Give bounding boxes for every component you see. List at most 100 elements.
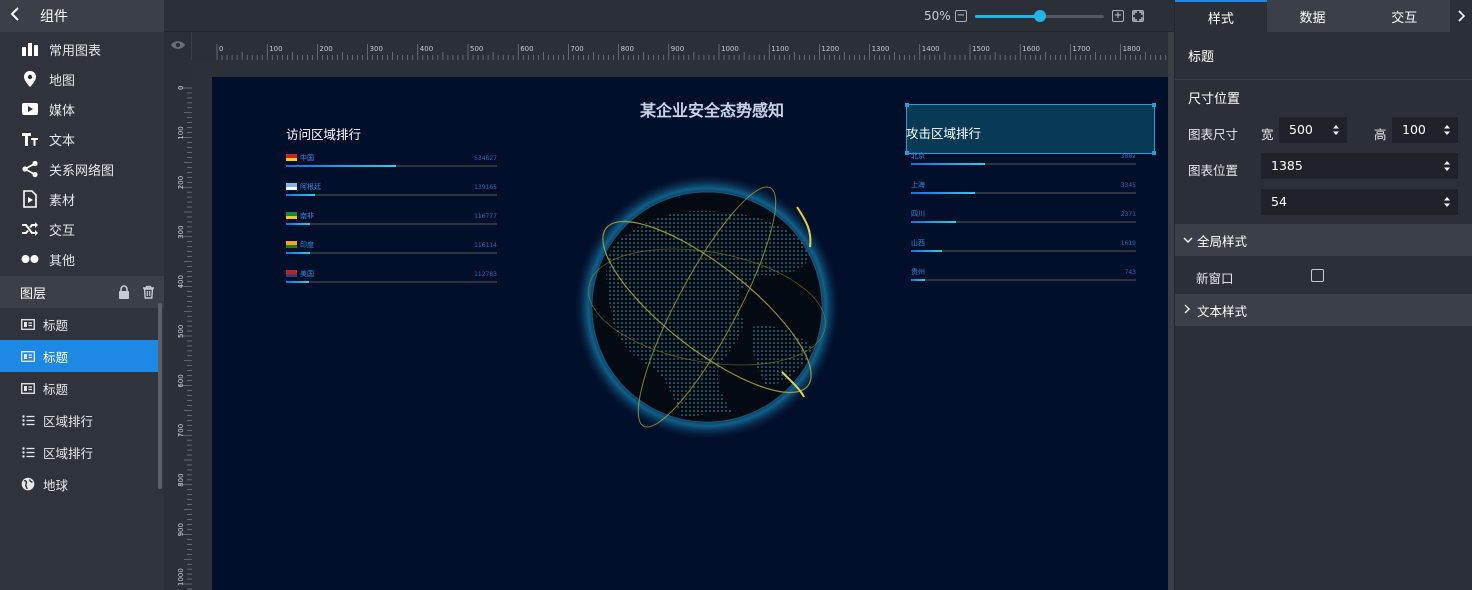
layer-item[interactable]: 区域排行 (0, 436, 158, 468)
ranking-bar-track (911, 250, 1136, 252)
layer-scrollbar[interactable] (158, 303, 162, 489)
spinner-icon[interactable] (1443, 196, 1451, 208)
ranking-value: 112783 (474, 271, 497, 278)
zoom-in-button[interactable]: + (1112, 10, 1124, 22)
ranking-row: 贵州 743 (911, 267, 1136, 296)
attack-ranking-title[interactable]: 攻击区域排行 (906, 123, 981, 142)
new-window-checkbox[interactable] (1311, 269, 1324, 282)
tab-style[interactable]: 样式 (1175, 0, 1267, 32)
ranking-bar-fill (911, 279, 926, 281)
fullscreen-icon[interactable] (1132, 10, 1144, 22)
resize-handle[interactable] (905, 151, 909, 155)
attack-ranking-list[interactable]: 北京 3882 上海 3345 四川 2371 山西 1619 贵州 743 (911, 151, 1136, 296)
trash-icon[interactable] (140, 284, 156, 300)
ruler-corner[interactable] (164, 32, 192, 60)
width-input[interactable]: 500 (1279, 117, 1347, 143)
visit-ranking-list[interactable]: 中国 534827 阿根廷 139165 南非 116777 印度 116114 美国 11278… (286, 153, 497, 298)
editor-canvas[interactable]: 某企业安全态势感知 访问区域排行 中国 534827 阿根廷 139165 南非 1167… (192, 60, 1168, 590)
ranking-bar-track (286, 194, 497, 196)
panel-title: 标题 (1175, 32, 1472, 80)
globe-chart[interactable] (572, 157, 842, 447)
spinner-icon[interactable] (1443, 160, 1451, 172)
ruler-tick-label: 1200 (821, 45, 839, 53)
ranking-bar-fill (911, 163, 986, 165)
position-x-input[interactable]: 1385 (1261, 153, 1458, 179)
lock-icon[interactable] (116, 284, 132, 300)
share-icon (20, 159, 40, 179)
ranking-bar-fill (286, 194, 315, 196)
ranking-bar-fill (911, 192, 975, 194)
layer-item-label: 地球 (43, 477, 69, 493)
country-flag-icon (286, 270, 297, 277)
ruler-tick-label: 900 (177, 523, 185, 536)
ruler-tick-label: 100 (269, 45, 282, 53)
chevron-right-icon (1183, 304, 1195, 317)
text-style-section[interactable]: 文本样式 (1175, 294, 1472, 326)
height-input[interactable]: 100 (1392, 117, 1458, 143)
top-toolbar: 50% − + (164, 0, 1174, 32)
layer-item-label: 区域排行 (43, 445, 94, 461)
text-icon (20, 129, 40, 149)
component-item-label: 交互 (49, 223, 76, 239)
zoom-slider-fill (975, 15, 1040, 18)
chart-size-row: 图表尺寸 宽 500 高 100 (1175, 114, 1472, 150)
zoom-slider[interactable] (975, 10, 1104, 22)
zoom-out-button[interactable]: − (955, 10, 967, 22)
chevron-right-icon[interactable] (1450, 0, 1472, 32)
chart-position-y-row: 54 (1175, 186, 1472, 224)
component-list: 常用图表 地图 媒体 文本 关系网络图 素材 交互 其他 (0, 32, 164, 274)
component-item-other[interactable]: 其他 (0, 244, 164, 274)
component-item-text[interactable]: 文本 (0, 124, 164, 154)
dashboard-screen[interactable]: 某企业安全态势感知 访问区域排行 中国 534827 阿根廷 139165 南非 1167… (212, 77, 1168, 590)
new-window-label: 新窗口 (1196, 271, 1234, 286)
component-item-material[interactable]: 素材 (0, 184, 164, 214)
ranking-row: 上海 3345 (911, 180, 1136, 209)
component-item-interaction[interactable]: 交互 (0, 214, 164, 244)
spinner-icon[interactable] (1332, 124, 1340, 136)
components-header: 组件 (0, 0, 164, 32)
component-item-network[interactable]: 关系网络图 (0, 154, 164, 184)
position-y-input[interactable]: 54 (1261, 189, 1458, 215)
ruler-tick-label: 900 (671, 45, 684, 53)
layer-item[interactable]: 地球 (0, 468, 158, 500)
height-label: 高 (1374, 127, 1387, 142)
ruler-tick-label: 1500 (972, 45, 990, 53)
resize-handle[interactable] (905, 103, 909, 107)
dashboard-title[interactable]: 某企业安全态势感知 (592, 97, 832, 121)
globe-icon (20, 477, 36, 491)
ruler-tick-label: 1400 (922, 45, 940, 53)
back-chevron-icon[interactable] (10, 7, 24, 25)
ranking-name: 上海 (911, 181, 925, 189)
layer-item[interactable]: 区域排行 (0, 404, 158, 436)
layer-item[interactable]: 标题 (0, 372, 158, 404)
ruler-tick-label: 600 (520, 45, 533, 53)
resize-handle[interactable] (1152, 151, 1156, 155)
left-panel: 组件 常用图表 地图 媒体 文本 关系网络图 素材 交互 其他 图层 标题 标题… (0, 0, 164, 590)
ranking-bar-track (286, 252, 497, 254)
component-item-map[interactable]: 地图 (0, 64, 164, 94)
ruler-tick-label: 600 (177, 374, 185, 387)
ranking-row: 中国 534827 (286, 153, 497, 182)
global-style-section[interactable]: 全局样式 (1175, 224, 1472, 256)
component-item-common-charts[interactable]: 常用图表 (0, 34, 164, 64)
layer-item[interactable]: 标题 (0, 340, 158, 372)
tab-interaction[interactable]: 交互 (1358, 0, 1450, 32)
chart-position-label: 图表位置 (1188, 163, 1239, 178)
tab-data[interactable]: 数据 (1267, 0, 1359, 32)
layer-item[interactable]: 标题 (0, 308, 158, 340)
height-value: 100 (1402, 122, 1426, 137)
size-position-section: 尺寸位置 (1188, 91, 1241, 107)
eye-icon[interactable] (170, 39, 186, 54)
zoom-slider-handle[interactable] (1034, 10, 1046, 22)
title-layer-icon (20, 317, 36, 331)
ranking-bar-fill (286, 281, 310, 283)
ruler-tick-label: 0 (219, 45, 223, 53)
ranking-bar-fill (911, 221, 957, 223)
resize-handle[interactable] (1152, 103, 1156, 107)
component-item-media[interactable]: 媒体 (0, 94, 164, 124)
ranking-value: 116777 (474, 213, 497, 220)
component-item-label: 关系网络图 (49, 163, 115, 179)
ranking-value: 139165 (474, 184, 497, 191)
visit-ranking-title[interactable]: 访问区域排行 (286, 124, 361, 143)
spinner-icon[interactable] (1443, 124, 1451, 136)
